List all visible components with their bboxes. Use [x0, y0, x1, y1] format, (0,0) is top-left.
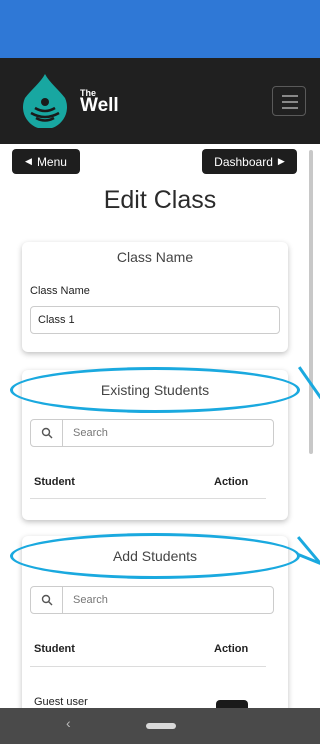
- table-divider: [30, 498, 266, 499]
- page-title: Edit Class: [103, 186, 217, 214]
- search-placeholder: Search: [73, 427, 108, 439]
- add-students-search[interactable]: Search: [30, 586, 274, 614]
- class-name-card: Class Name Class Name Class 1: [22, 242, 288, 352]
- hamburger-icon[interactable]: [272, 86, 306, 116]
- existing-students-search[interactable]: Search: [30, 419, 274, 447]
- search-icon: [31, 587, 63, 613]
- column-header-action: Action: [214, 643, 249, 655]
- dashboard-button[interactable]: Dashboard ▶: [202, 149, 297, 174]
- student-name: Guest user: [34, 696, 88, 708]
- class-name-label: Class Name: [30, 285, 90, 297]
- column-header-student: Student: [34, 476, 75, 488]
- caret-right-icon: ▶: [277, 156, 285, 166]
- menu-button[interactable]: ◀ Menu: [12, 149, 80, 174]
- status-bar: [0, 0, 320, 58]
- scrollbar[interactable]: [309, 150, 313, 454]
- dashboard-button-label: Dashboard: [214, 154, 273, 169]
- back-icon[interactable]: ‹: [66, 715, 71, 731]
- search-placeholder: Search: [73, 594, 108, 606]
- column-header-action: Action: [214, 476, 249, 488]
- search-icon: [31, 420, 63, 446]
- logo-icon[interactable]: [17, 72, 73, 128]
- home-pill-icon[interactable]: [146, 723, 176, 729]
- table-divider: [30, 666, 266, 667]
- brand-name: Well: [80, 95, 119, 116]
- menu-button-label: Menu: [36, 154, 67, 169]
- highlight-existing-students: [10, 367, 300, 413]
- caret-left-icon: ◀: [25, 156, 32, 166]
- class-name-card-title: Class Name: [116, 249, 194, 265]
- class-name-input[interactable]: Class 1: [30, 306, 280, 334]
- column-header-student: Student: [34, 643, 75, 655]
- highlight-add-students: [10, 533, 300, 579]
